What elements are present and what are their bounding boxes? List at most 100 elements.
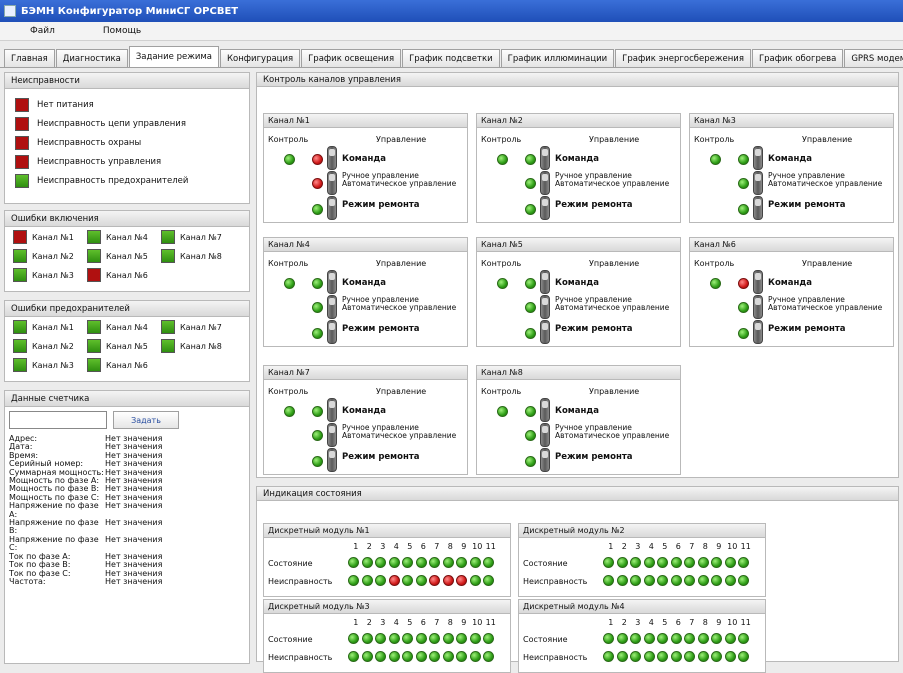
channel-box: Канал №3 Контроль Управление Команда Ручное … <box>689 113 894 223</box>
command-switch[interactable] <box>540 270 550 294</box>
repair-switch[interactable] <box>327 320 337 344</box>
state-led <box>697 557 709 568</box>
mode-switch[interactable] <box>327 295 337 319</box>
state-led <box>711 557 722 568</box>
mode-text: Ручное управление Автоматическое управлен… <box>342 296 456 312</box>
module-number: 10 <box>727 618 738 627</box>
channel-title: Канал №1 <box>264 114 467 128</box>
state-led <box>603 557 614 568</box>
mode-switch[interactable] <box>327 423 337 447</box>
tab-item[interactable]: Главная <box>4 49 55 67</box>
tab-item[interactable]: Диагностика <box>55 49 128 67</box>
control-led <box>497 154 508 165</box>
repair-switch[interactable] <box>540 448 550 472</box>
command-switch[interactable] <box>753 146 763 170</box>
state-led <box>361 633 373 644</box>
mode-text: Ручное управление Автоматическое управлен… <box>768 172 882 188</box>
tab-item[interactable]: Конфигурация <box>220 49 301 67</box>
command-switch[interactable] <box>327 270 337 294</box>
repair-switch[interactable] <box>753 320 763 344</box>
command-led <box>525 406 536 417</box>
state-led-row <box>603 557 749 568</box>
tab-item[interactable]: График освещения <box>301 49 402 67</box>
command-switch[interactable] <box>753 270 763 294</box>
module-box: Дискретный модуль №4 1 2 3 4 5 6 7 8 9 10 11 Состоян… <box>518 599 766 673</box>
fault-label: Неисправность <box>523 653 588 662</box>
control-led <box>710 154 721 165</box>
state-led <box>670 633 682 644</box>
manage-label: Управление <box>589 135 640 144</box>
repair-switch[interactable] <box>753 196 763 220</box>
meter-row: Частота: Нет значения <box>5 577 249 586</box>
repair-led <box>525 328 536 339</box>
mode-switch[interactable] <box>753 295 763 319</box>
command-switch[interactable] <box>327 398 337 422</box>
module-number: 4 <box>393 542 399 551</box>
channel-cell: Канал №7 <box>161 230 235 244</box>
channel-label: Канал №1 <box>32 322 74 332</box>
mode-switch[interactable] <box>540 295 550 319</box>
module-number: 7 <box>689 542 695 551</box>
state-led <box>711 633 722 644</box>
module-title: Дискретный модуль №3 <box>264 600 510 614</box>
fault-led <box>643 575 655 586</box>
repair-led <box>525 456 536 467</box>
menu-file[interactable]: Файл <box>30 26 55 36</box>
state-led <box>469 557 481 568</box>
state-led <box>724 633 736 644</box>
command-switch[interactable] <box>540 146 550 170</box>
meter-row: Напряжение по фазе С: Нет значения <box>5 535 249 553</box>
mode-switch[interactable] <box>540 423 550 447</box>
module-number: 3 <box>635 618 641 627</box>
tab-item[interactable]: График подсветки <box>402 49 500 67</box>
state-label: Состояние <box>523 635 568 644</box>
module-number: 5 <box>662 542 668 551</box>
channel-label: Канал №7 <box>180 322 222 332</box>
repair-label: Режим ремонта <box>555 452 633 462</box>
meter-row: Напряжение по фазе А: Нет значения <box>5 502 249 519</box>
fault-led <box>348 575 359 586</box>
fault-indicator <box>15 97 29 112</box>
tab-item[interactable]: График обогрева <box>751 49 844 67</box>
repair-switch[interactable] <box>540 320 550 344</box>
menu-help[interactable]: Помощь <box>103 26 141 36</box>
repair-switch[interactable] <box>327 448 337 472</box>
repair-switch[interactable] <box>327 196 337 220</box>
tab-item[interactable]: График иллюминации <box>500 49 615 67</box>
channel-indicator <box>87 358 101 372</box>
repair-label: Режим ремонта <box>342 324 420 334</box>
module-number: 11 <box>485 542 496 551</box>
command-label: Команда <box>768 278 812 288</box>
mode-switch[interactable] <box>753 171 763 195</box>
tab-item[interactable]: График энергосбережения <box>615 49 751 67</box>
channel-title: Канал №2 <box>477 114 680 128</box>
channel-cell: Канал №1 <box>13 230 87 244</box>
repair-led <box>312 328 323 339</box>
set-button[interactable]: Задать <box>113 411 179 429</box>
module-number: 9 <box>716 618 722 627</box>
fault-led-row <box>603 651 749 662</box>
manage-label: Управление <box>376 259 427 268</box>
command-led <box>738 278 749 289</box>
command-switch[interactable] <box>327 146 337 170</box>
fault-led <box>670 575 682 586</box>
window-title: БЭМН Конфигуратор МиниСГ ОРСВЕТ <box>21 5 239 17</box>
command-switch[interactable] <box>540 398 550 422</box>
mode-switch[interactable] <box>540 171 550 195</box>
module-title: Дискретный модуль №1 <box>264 524 510 538</box>
meter-address-input[interactable] <box>9 411 107 429</box>
tab-item[interactable]: Задание режима <box>128 46 219 67</box>
mode-switch[interactable] <box>327 171 337 195</box>
module-number: 8 <box>702 542 708 551</box>
tab-item[interactable]: GPRS модем <box>844 49 903 67</box>
repair-switch[interactable] <box>540 196 550 220</box>
fault-led <box>402 575 413 586</box>
state-led <box>616 557 628 568</box>
module-number: 1 <box>608 542 614 551</box>
control-label: Контроль <box>481 387 522 396</box>
state-led <box>375 633 386 644</box>
fault-row: Неисправность предохранителей <box>5 171 249 190</box>
channel-label: Канал №7 <box>180 232 222 242</box>
module-number: 5 <box>407 542 413 551</box>
channel-indicator <box>87 230 101 244</box>
